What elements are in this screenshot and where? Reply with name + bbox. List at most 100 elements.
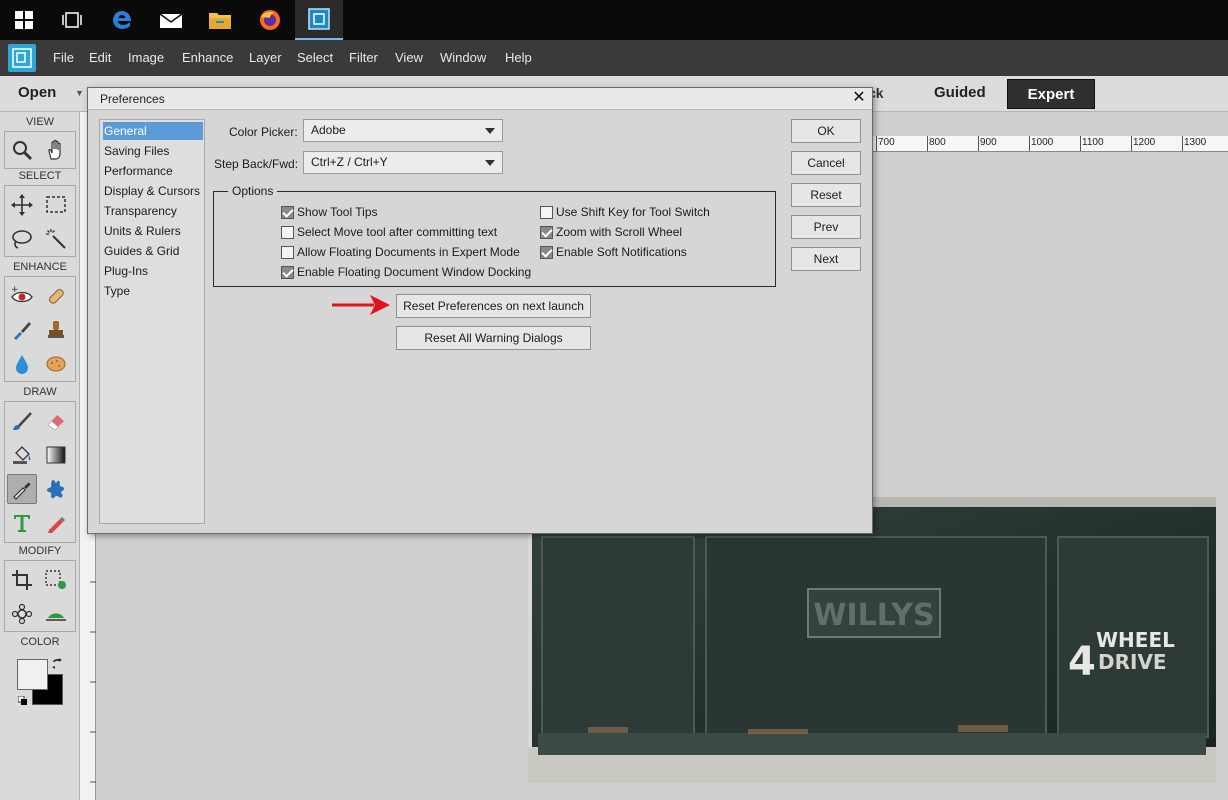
category-units-rulers[interactable]: Units & Rulers (103, 222, 203, 240)
use-shift-key-option[interactable]: Use Shift Key for Tool Switch (540, 204, 710, 220)
eyedropper-tool-icon[interactable] (7, 474, 37, 504)
prev-button[interactable]: Prev (791, 215, 861, 239)
blur-tool-icon[interactable] (7, 349, 37, 379)
ruler-tick (927, 136, 928, 151)
ok-button[interactable]: OK (791, 119, 861, 143)
select-move-tool-option[interactable]: Select Move tool after committing text (281, 224, 497, 240)
menu-window[interactable]: Window (440, 50, 486, 65)
zoom-scroll-wheel-option[interactable]: Zoom with Scroll Wheel (540, 224, 682, 240)
menu-enhance[interactable]: Enhance (182, 50, 233, 65)
zoom-tool-icon[interactable] (7, 135, 37, 165)
category-general[interactable]: General (103, 122, 203, 140)
mail-icon[interactable] (147, 0, 195, 40)
step-back-dropdown[interactable]: Ctrl+Z / Ctrl+Y (303, 151, 503, 174)
default-colors-icon[interactable] (17, 695, 28, 705)
checkbox-checked[interactable] (281, 205, 294, 219)
menu-select[interactable]: Select (297, 50, 333, 65)
checkbox-unchecked[interactable] (281, 225, 294, 239)
crop-tool-icon[interactable] (7, 565, 37, 595)
category-type[interactable]: Type (103, 282, 203, 300)
mode-guided-tab[interactable]: Guided (934, 84, 986, 101)
checkbox-unchecked[interactable] (540, 205, 553, 219)
recompose-tool-icon[interactable] (41, 565, 71, 595)
menu-image[interactable]: Image (128, 50, 164, 65)
menu-help[interactable]: Help (505, 50, 532, 65)
section-modify-label: MODIFY (18, 545, 62, 557)
next-button[interactable]: Next (791, 247, 861, 271)
content-aware-move-icon[interactable] (7, 599, 37, 629)
enable-floating-docking-label: Enable Floating Document Window Docking (297, 265, 532, 279)
reset-warning-dialogs-button[interactable]: Reset All Warning Dialogs (396, 326, 591, 350)
toolbox: VIEW SELECT ENHANCE + DRAW MODIFY COLOR (0, 112, 80, 800)
firefox-icon[interactable] (246, 0, 294, 40)
menu-edit[interactable]: Edit (89, 50, 111, 65)
type-tool-icon[interactable] (7, 508, 37, 538)
smart-brush-icon[interactable] (7, 315, 37, 345)
paint-bucket-icon[interactable] (7, 440, 37, 470)
color-picker-value: Adobe (311, 123, 346, 137)
section-select-label: SELECT (18, 170, 62, 182)
use-shift-key-label: Use Shift Key for Tool Switch (556, 205, 710, 219)
zoom-scroll-wheel-label: Zoom with Scroll Wheel (556, 225, 683, 239)
show-tool-tips-option[interactable]: Show Tool Tips (281, 204, 378, 220)
windows-start-icon[interactable] (0, 0, 48, 40)
open-button[interactable]: Open (18, 84, 56, 101)
sponge-tool-icon[interactable] (41, 349, 71, 379)
section-enhance-label: ENHANCE (13, 261, 67, 273)
section-view-label: VIEW (25, 116, 55, 128)
brush-tool-icon[interactable] (7, 406, 37, 436)
checkbox-checked[interactable] (540, 225, 553, 239)
enable-floating-docking-option[interactable]: Enable Floating Document Window Docking (281, 264, 531, 280)
category-guides-grid[interactable]: Guides & Grid (103, 242, 203, 260)
ruler-label-900: 900 (980, 137, 997, 148)
menu-layer[interactable]: Layer (249, 50, 282, 65)
eraser-tool-icon[interactable] (41, 406, 71, 436)
dialog-title: Preferences (100, 92, 165, 106)
dialog-titlebar[interactable]: Preferences ✕ (88, 88, 872, 110)
gradient-tool-icon[interactable] (41, 440, 71, 470)
category-plug-ins[interactable]: Plug-Ins (103, 262, 203, 280)
menu-view[interactable]: View (395, 50, 423, 65)
checkbox-unchecked[interactable] (281, 245, 294, 259)
reset-button[interactable]: Reset (791, 183, 861, 207)
pencil-tool-icon[interactable] (41, 508, 71, 538)
healing-brush-icon[interactable] (41, 281, 71, 311)
color-picker-label: Color Picker: (229, 125, 298, 139)
hand-tool-icon[interactable] (41, 135, 71, 165)
menu-file[interactable]: File (53, 50, 74, 65)
photoshop-elements-icon[interactable] (295, 0, 343, 40)
photo-side-text-1: WHEEL (1096, 628, 1175, 652)
close-icon[interactable]: ✕ (850, 89, 868, 107)
custom-shape-icon[interactable] (41, 474, 71, 504)
checkbox-checked[interactable] (540, 245, 553, 259)
category-display-cursors[interactable]: Display & Cursors (103, 182, 203, 200)
swap-colors-icon[interactable] (51, 658, 63, 670)
mode-expert-tab[interactable]: Expert (1007, 79, 1095, 109)
menu-filter[interactable]: Filter (349, 50, 378, 65)
document-image[interactable]: WILLYS 4 WHEEL DRIVE (528, 497, 1216, 783)
category-saving-files[interactable]: Saving Files (103, 142, 203, 160)
red-eye-tool-icon[interactable]: + (7, 281, 37, 311)
enable-soft-notifications-option[interactable]: Enable Soft Notifications (540, 244, 687, 260)
rectangular-marquee-icon[interactable] (41, 190, 71, 220)
foreground-color-swatch[interactable] (17, 659, 48, 690)
edge-browser-icon[interactable] (98, 0, 146, 40)
category-transparency[interactable]: Transparency (103, 202, 203, 220)
cancel-button[interactable]: Cancel (791, 151, 861, 175)
options-group: Options Show Tool Tips Select Move tool … (213, 184, 776, 287)
color-picker-dropdown[interactable]: Adobe (303, 119, 503, 142)
chevron-down-icon (485, 160, 495, 166)
lasso-tool-icon[interactable] (7, 224, 37, 254)
open-dropdown-icon[interactable]: ▼ (75, 88, 84, 98)
ruler-tick (978, 136, 979, 151)
category-performance[interactable]: Performance (103, 162, 203, 180)
straighten-tool-icon[interactable] (41, 599, 71, 629)
clone-stamp-icon[interactable] (41, 315, 71, 345)
move-tool-icon[interactable] (7, 190, 37, 220)
checkbox-checked[interactable] (281, 265, 294, 279)
task-view-icon[interactable] (48, 0, 96, 40)
file-explorer-icon[interactable] (196, 0, 244, 40)
allow-floating-option[interactable]: Allow Floating Documents in Expert Mode (281, 244, 520, 260)
magic-wand-icon[interactable] (41, 224, 71, 254)
reset-preferences-button[interactable]: Reset Preferences on next launch (396, 294, 591, 318)
